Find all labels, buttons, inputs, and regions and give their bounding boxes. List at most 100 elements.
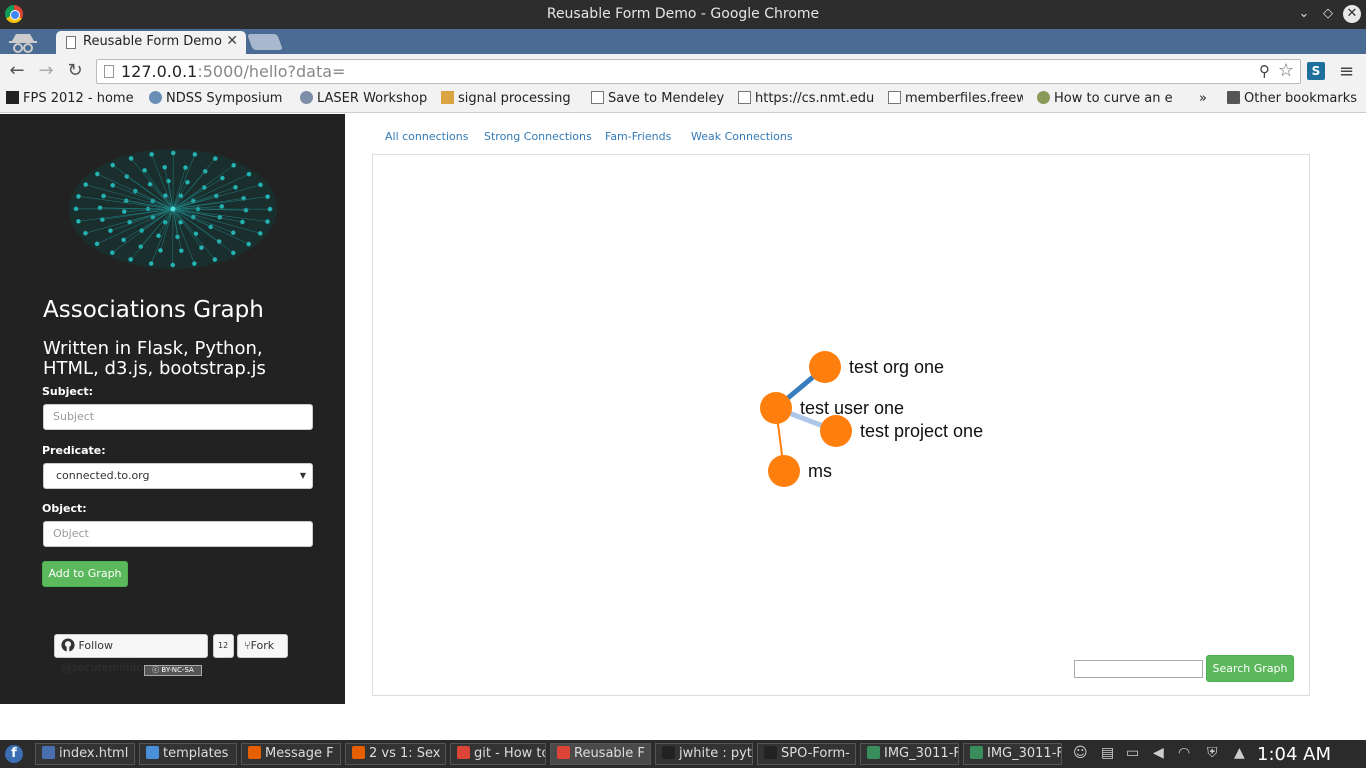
taskbar-item[interactable]: git - How to: [450, 743, 546, 765]
graph-node-org[interactable]: [809, 351, 841, 383]
tray-expand-icon[interactable]: ▲: [1234, 745, 1245, 761]
image-icon: [970, 746, 983, 759]
force-graph[interactable]: test org one test user one test project on…: [373, 155, 1309, 695]
taskbar-item[interactable]: IMG_3011-F: [963, 743, 1062, 765]
wifi-icon[interactable]: ◠: [1178, 745, 1190, 761]
sidebar: Associations Graph Written in Flask, Pyt…: [0, 114, 345, 704]
taskbar-item[interactable]: templates: [139, 743, 237, 765]
creative-commons-badge[interactable]: ⓒ BY-NC-SA: [144, 665, 202, 676]
leaf-icon: [1037, 91, 1050, 104]
bookmarks-overflow-button[interactable]: »: [1199, 91, 1213, 106]
bookmark-label: signal processing: [458, 91, 571, 106]
graph-node-label: test project one: [860, 421, 983, 441]
taskbar-item[interactable]: Reusable F: [550, 743, 651, 765]
cert-icon: [300, 91, 313, 104]
firefox-icon: [352, 746, 365, 759]
taskbar-item-label: index.html: [59, 746, 129, 761]
taskbar-item-label: templates: [163, 746, 229, 761]
search-graph-button[interactable]: Search Graph: [1206, 655, 1294, 682]
close-tab-icon[interactable]: ✕: [226, 33, 238, 49]
taskbar-item-label: SPO-Form-: [781, 746, 850, 761]
url-host: 127.0.0.1: [121, 62, 198, 81]
search-icon[interactable]: ⚲: [1259, 62, 1270, 80]
bookmark-item[interactable]: How to curve an e: [1037, 91, 1173, 106]
app-subtitle: Written in Flask, Python, HTML, d3.js, b…: [43, 338, 266, 379]
bookmark-item[interactable]: memberfiles.freew: [888, 91, 1023, 106]
close-window-button[interactable]: ✕: [1343, 5, 1361, 23]
security-shield-icon[interactable]: ⛨: [1207, 745, 1218, 761]
globe-icon: [149, 91, 162, 104]
back-arrow-icon[interactable]: ←: [6, 60, 28, 81]
graph-node-project[interactable]: [820, 415, 852, 447]
taskbar-item[interactable]: Message F: [241, 743, 341, 765]
taskbar-item-label: Message F: [265, 746, 334, 761]
taskbar-item[interactable]: jwhite : pyt: [655, 743, 753, 765]
bookmark-item[interactable]: FPS 2012 - home: [6, 91, 141, 106]
object-input[interactable]: Object: [43, 521, 313, 547]
subject-label: Subject:: [42, 385, 94, 398]
bookmark-item[interactable]: https://cs.nmt.edu: [738, 91, 875, 106]
fedora-start-icon[interactable]: f: [5, 745, 23, 763]
address-bar[interactable]: 127.0.0.1:5000/hello?data= ⚲ ☆: [96, 59, 1301, 84]
bookmarks-bar: FPS 2012 - home NDSS Symposium LASER Wor…: [0, 88, 1366, 113]
extension-s-icon[interactable]: S: [1307, 62, 1325, 80]
tab-reusable-form-demo[interactable]: Reusable Form Demo ✕: [56, 31, 246, 54]
bookmark-item[interactable]: Save to Mendeley: [591, 91, 726, 106]
terminal-icon: [764, 746, 777, 759]
predicate-select[interactable]: connected.to.org ▼: [43, 463, 313, 489]
hamburger-menu-icon[interactable]: ≡: [1339, 61, 1354, 82]
volume-icon[interactable]: ◀: [1153, 745, 1164, 761]
tab-strong-connections[interactable]: Strong Connections: [484, 130, 592, 143]
taskbar-item[interactable]: 2 vs 1: Sex: [345, 743, 446, 765]
tab-label: Reusable Form Demo: [83, 34, 222, 49]
bookmark-label: https://cs.nmt.edu: [755, 91, 875, 106]
bookmark-item[interactable]: NDSS Symposium: [149, 91, 285, 106]
subject-input[interactable]: Subject: [43, 404, 313, 430]
url-text: 127.0.0.1:5000/hello?data=: [121, 62, 345, 81]
page-icon: [66, 36, 76, 49]
graph-node-ms[interactable]: [768, 455, 800, 487]
bookmark-item[interactable]: signal processing: [441, 91, 571, 106]
tab-fam-friends[interactable]: Fam-Friends: [605, 130, 671, 143]
taskbar-item[interactable]: SPO-Form-: [757, 743, 856, 765]
minimize-button[interactable]: ⌄: [1295, 5, 1313, 23]
user-icon[interactable]: ☺: [1073, 745, 1088, 761]
cc-logo-icon: ⓒ: [152, 666, 160, 674]
taskbar-item-label: IMG_3011-F: [884, 746, 959, 761]
bookmark-label: Save to Mendeley: [608, 91, 725, 106]
tab-weak-connections[interactable]: Weak Connections: [691, 130, 793, 143]
file-icon: [42, 746, 55, 759]
fork-label: Fork: [250, 639, 275, 652]
tab-all-connections[interactable]: All connections: [385, 130, 468, 143]
incognito-icon: [9, 34, 37, 53]
bookmark-label: How to curve an e: [1054, 91, 1173, 106]
battery-icon[interactable]: ▭: [1126, 745, 1139, 761]
bookmark-label: LASER Workshop: [317, 91, 428, 106]
url-path: :5000/hello?data=: [197, 62, 346, 81]
graph-node-user[interactable]: [760, 392, 792, 424]
github-fork-button[interactable]: ⑂Fork: [237, 634, 288, 658]
browser-toolbar: ← → ↻ 127.0.0.1:5000/hello?data= ⚲ ☆ S ≡: [0, 54, 1366, 88]
taskbar-item[interactable]: index.html: [35, 743, 135, 765]
graph-search-input[interactable]: [1074, 660, 1203, 678]
bookmark-label: memberfiles.freew: [905, 91, 1023, 106]
tab-strip: Reusable Form Demo ✕: [0, 29, 1366, 54]
github-follow-button[interactable]: Follow @securemindorg: [54, 634, 208, 674]
bookmark-star-icon[interactable]: ☆: [1278, 60, 1294, 81]
add-to-graph-button[interactable]: Add to Graph: [42, 561, 128, 587]
follower-count[interactable]: 12: [213, 634, 234, 658]
new-tab-button[interactable]: [247, 34, 283, 50]
clipboard-icon[interactable]: ▤: [1101, 745, 1114, 761]
page-icon: [738, 91, 751, 104]
taskbar-item[interactable]: IMG_3011-F: [860, 743, 959, 765]
sp-icon: [441, 91, 454, 104]
other-bookmarks-folder[interactable]: Other bookmarks: [1227, 91, 1366, 106]
taskbar-clock: 1:04 AM: [1257, 744, 1331, 765]
terminal-icon: [662, 746, 675, 759]
reload-icon[interactable]: ↻: [64, 60, 86, 81]
bookmark-item[interactable]: LASER Workshop: [300, 91, 428, 106]
maximize-button[interactable]: ◇: [1319, 5, 1337, 23]
graph-node-label: ms: [808, 461, 832, 481]
forward-arrow-icon[interactable]: →: [35, 60, 57, 81]
follow-label: Follow @securemindorg: [61, 639, 155, 674]
